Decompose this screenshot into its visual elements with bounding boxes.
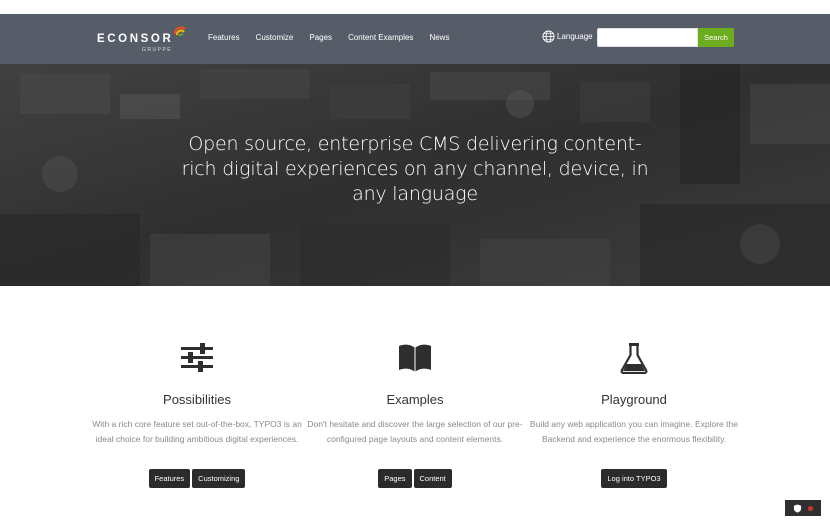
hero-title: Open source, enterprise CMS delivering c… (181, 133, 649, 205)
globe-icon (542, 30, 555, 43)
feature-description: Build any web application you can imagin… (530, 419, 738, 444)
feature-description: Don't hesitate and discover the large se… (307, 419, 523, 444)
search-input[interactable] (597, 28, 698, 47)
hero-banner: Open source, enterprise CMS delivering c… (0, 64, 830, 286)
status-dot-icon (807, 505, 813, 511)
feature-buttons: Log into TYPO3 (524, 469, 744, 488)
customizing-button[interactable]: Customizing (192, 469, 246, 488)
logo-subtitle: GRUPPE (142, 47, 173, 53)
main-nav: Features Customize Pages Content Example… (208, 33, 465, 42)
features-section: Possibilities With a rich core feature s… (0, 286, 830, 530)
feature-title: Examples (386, 392, 444, 407)
nav-features[interactable]: Features (208, 33, 240, 42)
feature-description: With a rich core feature set out-of-the-… (92, 419, 302, 444)
nav-customize[interactable]: Customize (256, 33, 294, 42)
content-button[interactable]: Content (413, 469, 452, 488)
nav-pages[interactable]: Pages (309, 33, 332, 42)
logo-mark-icon (173, 26, 186, 37)
search-button[interactable]: Search (698, 28, 734, 47)
flask-icon (620, 343, 648, 374)
pages-button[interactable]: Pages (378, 469, 412, 488)
feature-buttons: Features Customizing (87, 469, 307, 488)
language-label: Language (557, 32, 593, 41)
top-strip (0, 0, 830, 14)
nav-content-examples[interactable]: Content Examples (348, 33, 413, 42)
corner-widget[interactable] (785, 500, 821, 516)
nav-news[interactable]: News (429, 33, 449, 42)
feature-title: Possibilities (163, 392, 231, 407)
feature-title: Playground (601, 392, 667, 407)
login-typo3-button[interactable]: Log into TYPO3 (601, 469, 667, 488)
feature-buttons: Pages Content (305, 469, 525, 488)
sliders-icon (181, 343, 213, 372)
features-button[interactable]: Features (148, 469, 191, 488)
book-icon (399, 344, 431, 372)
logo[interactable]: ECONSOR GRUPPE (97, 26, 192, 56)
logo-name: ECONSOR (97, 33, 174, 45)
language-selector[interactable]: Language (542, 30, 593, 43)
shield-icon (793, 503, 801, 513)
navbar: ECONSOR GRUPPE Features Customize Pages … (0, 14, 830, 64)
